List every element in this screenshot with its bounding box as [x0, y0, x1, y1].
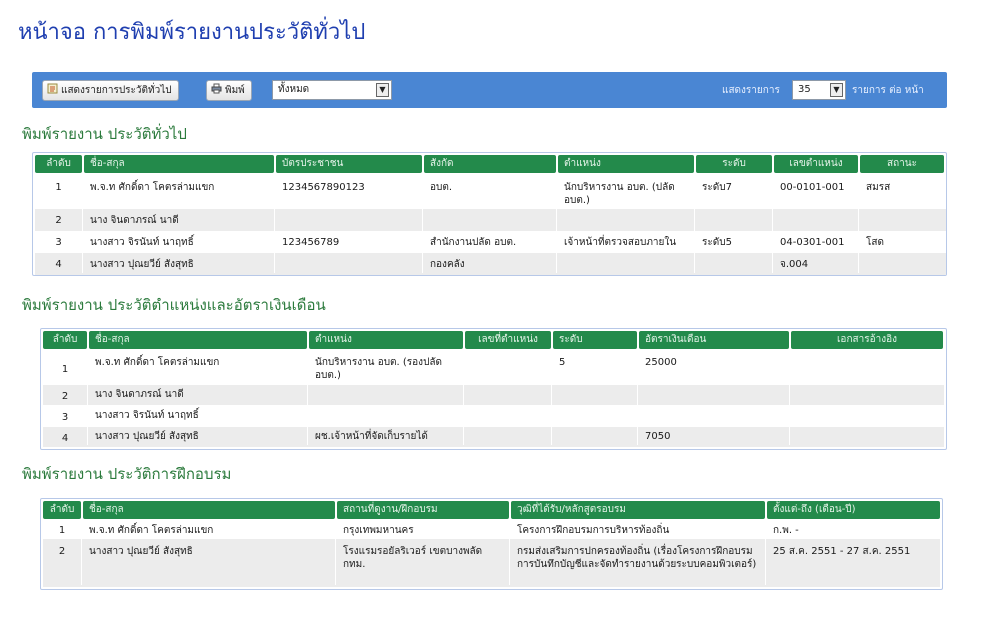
table-row: 1 พ.จ.ท ศักดิ์ดา โคตรล่ามแขก กรุงเทพมหาน… [43, 521, 940, 539]
col-header: บัตรประชาชน [276, 155, 422, 173]
show-label: แสดงรายการ [722, 85, 780, 96]
cell-order: 1 [55, 182, 62, 193]
table-row: 3 นางสาว จิรนันท์ นาฤทธิ์ [43, 405, 944, 427]
cell-order: 2 [55, 215, 62, 226]
section-title-training: พิมพ์รายงาน ประวัติการฝึกอบรม [22, 465, 232, 483]
cell-order: 1 [61, 364, 69, 375]
table-row: 1 พ.จ.ท ศักดิ์ดา โคตรล่ามแขก 12345678901… [35, 175, 946, 209]
cell-position-no: 04-0301-001 [780, 237, 845, 248]
per-page-suffix: รายการ ต่อ หน้า [852, 85, 924, 96]
cell-order: 2 [61, 391, 69, 402]
cell-name: นางสาว ปุณยวีย์ สังสุทธิ [89, 546, 193, 557]
cell-affiliation: สำนักงานปลัด อบต. [430, 237, 517, 248]
col-header: เอกสารอ้างอิง [791, 331, 943, 349]
cell-position: เจ้าหน้าที่ตรวจสอบภายใน [564, 237, 677, 248]
cell-position: นักบริหารงาน อบต. (ปลัด อบต.) [564, 182, 675, 206]
cell-level: 5 [559, 357, 566, 368]
show-history-label: แสดงรายการประวัติทั่วไป [61, 85, 172, 96]
cell-place: กรุงเทพมหานคร [343, 525, 414, 536]
col-header: ตำแหน่ง [558, 155, 694, 173]
show-history-button[interactable]: แสดงรายการประวัติทั่วไป [42, 80, 179, 101]
cell-name: นางสาว จิรนันท์ นาฤทธิ์ [90, 237, 194, 248]
table-row: 2 นางสาว ปุณยวีย์ สังสุทธิ โรงแรมรอยัลริ… [43, 539, 940, 587]
col-header: เลขที่ตำแหน่ง [465, 331, 551, 349]
cell-position: นักบริหารงาน อบต. (รองปลัด อบต.) [315, 357, 443, 381]
cell-id: 123456789 [282, 237, 340, 248]
training-history-table: ลำดับ ชื่อ-สกุล สถานที่ดูงาน/ฝึกอบรม วุฒ… [40, 498, 943, 590]
filter-value: ทั้งหมด [278, 84, 310, 95]
col-header: ตำแหน่ง [309, 331, 463, 349]
cell-position-no: จ.004 [780, 259, 809, 270]
per-page-value: 35 [798, 84, 811, 95]
cell-id: 1234567890123 [282, 182, 365, 193]
col-header: ลำดับ [43, 331, 87, 349]
cell-name: นาง จินดาภรณ์ นาดี [95, 389, 184, 400]
cell-course: โครงการฝึกอบรมการบริหารท้องถิ่น [517, 525, 670, 536]
cell-salary: 7050 [645, 431, 671, 442]
cell-salary: 25000 [645, 357, 677, 368]
section-title-position-salary: พิมพ์รายงาน ประวัติตำแหน่งและอัตราเงินเด… [22, 296, 326, 314]
col-header: สถานที่ดูงาน/ฝึกอบรม [337, 501, 509, 519]
cell-period: ก.พ. - [773, 525, 799, 536]
col-header: อัตราเงินเดือน [639, 331, 789, 349]
cell-name: นางสาว จิรนันท์ นาฤทธิ์ [95, 410, 199, 421]
cell-name: พ.จ.ท ศักดิ์ดา โคตรล่ามแขก [95, 357, 220, 368]
cell-name: นาง จินดาภรณ์ นาดี [90, 215, 179, 226]
general-history-table: ลำดับ ชื่อ-สกุล บัตรประชาชน สังกัด ตำแหน… [32, 152, 947, 276]
cell-affiliation: อบต. [430, 182, 453, 193]
toolbar: แสดงรายการประวัติทั่วไป พิมพ์ ทั้งหมด ▼ … [32, 72, 947, 108]
section-title-general: พิมพ์รายงาน ประวัติทั่วไป [22, 125, 187, 143]
cell-level: ระดับ7 [702, 182, 732, 193]
table-row: 2 นาง จินดาภรณ์ นาดี [43, 385, 944, 405]
table-row: 2 นาง จินดาภรณ์ นาดี [35, 209, 946, 231]
col-header: สังกัด [424, 155, 556, 173]
list-icon [47, 82, 58, 94]
print-button[interactable]: พิมพ์ [206, 80, 252, 101]
col-header: ชื่อ-สกุล [89, 331, 307, 349]
cell-position-no: 00-0101-001 [780, 182, 845, 193]
cell-name: พ.จ.ท ศักดิ์ดา โคตรล่ามแขก [89, 525, 214, 536]
cell-order: 4 [55, 259, 62, 270]
cell-name: นางสาว ปุณยวีย์ สังสุทธิ [90, 259, 194, 270]
cell-order: 4 [61, 433, 69, 444]
cell-status: โสด [866, 237, 884, 248]
printer-icon [211, 82, 222, 94]
print-label: พิมพ์ [225, 85, 245, 96]
cell-name: นางสาว ปุณยวีย์ สังสุทธิ [95, 431, 199, 442]
cell-position: ผช.เจ้าหน้าที่จัดเก็บรายได้ [315, 431, 428, 442]
col-header: วุฒิที่ได้รับ/หลักสูตรอบรม [511, 501, 765, 519]
col-header: ชื่อ-สกุล [84, 155, 274, 173]
col-header: ตั้งแต่-ถึง (เดือน-ปี) [767, 501, 940, 519]
cell-order: 3 [55, 237, 62, 248]
cell-place: โรงแรมรอยัลริเวอร์ เขตบางพลัด กทม. [343, 546, 483, 570]
cell-period: 25 ส.ค. 2551 - 27 ส.ค. 2551 [773, 546, 911, 557]
col-header: สถานะ [860, 155, 944, 173]
cell-order: 1 [58, 525, 66, 536]
col-header: ชื่อ-สกุล [83, 501, 335, 519]
table-row: 1 พ.จ.ท ศักดิ์ดา โคตรล่ามแขก นักบริหารงา… [43, 351, 944, 385]
col-header: เลขตำแหน่ง [774, 155, 858, 173]
cell-order: 3 [61, 412, 69, 423]
filter-select[interactable]: ทั้งหมด ▼ [272, 80, 392, 100]
per-page-select[interactable]: 35 ▼ [792, 80, 846, 100]
col-header: ลำดับ [35, 155, 82, 173]
col-header: ระดับ [696, 155, 772, 173]
table-row: 4 นางสาว ปุณยวีย์ สังสุทธิ กองคลัง จ.004 [35, 253, 946, 275]
chevron-down-icon[interactable]: ▼ [830, 83, 843, 97]
col-header: ลำดับ [43, 501, 81, 519]
page-title: หน้าจอ การพิมพ์รายงานประวัติทั่วไป [18, 20, 366, 45]
cell-level: ระดับ5 [702, 237, 732, 248]
cell-status: สมรส [866, 182, 891, 193]
chevron-down-icon[interactable]: ▼ [376, 83, 389, 97]
col-header: ระดับ [553, 331, 637, 349]
cell-course: กรมส่งเสริมการปกครองท้องถิ่น (เรื่องโครง… [517, 546, 757, 570]
cell-affiliation: กองคลัง [430, 259, 465, 270]
table-row: 4 นางสาว ปุณยวีย์ สังสุทธิ ผช.เจ้าหน้าที… [43, 427, 944, 447]
cell-order: 2 [58, 546, 66, 557]
position-salary-table: ลำดับ ชื่อ-สกุล ตำแหน่ง เลขที่ตำแหน่ง ระ… [40, 328, 947, 450]
table-row: 3 นางสาว จิรนันท์ นาฤทธิ์ 123456789 สำนั… [35, 231, 946, 253]
cell-name: พ.จ.ท ศักดิ์ดา โคตรล่ามแขก [90, 182, 215, 193]
